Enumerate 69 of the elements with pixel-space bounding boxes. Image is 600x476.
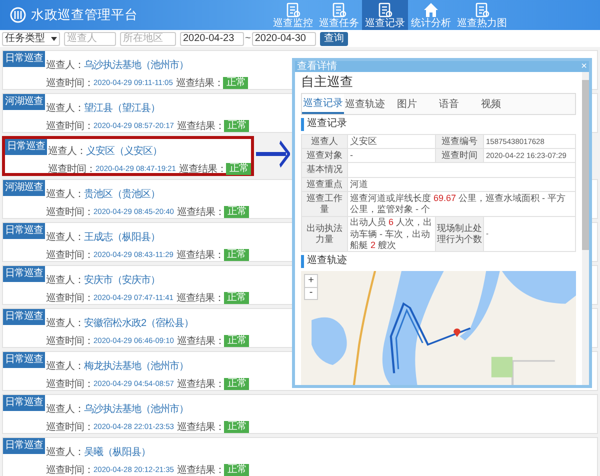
app-title: 水政巡查管理平台: [31, 6, 138, 24]
type-badge: 日常巡查: [3, 395, 45, 411]
result-label: 巡查结果：: [176, 120, 224, 134]
result-label: 巡查结果：: [176, 464, 224, 476]
field-value: 巡查河道或岸线长度 69.67 公里，巡查水域面积 - 平方公里，监管对象 - 个: [348, 191, 576, 217]
field-label: 巡查编号: [436, 134, 484, 148]
result-badge: 正常: [226, 163, 252, 175]
result-badge: 正常: [224, 464, 250, 476]
type-badge: 日常巡查: [3, 309, 45, 325]
result-label: 巡查结果：: [176, 76, 224, 90]
result-badge: 正常: [224, 206, 250, 218]
result-badge: 正常: [224, 378, 250, 390]
time-label: 巡查时间：: [46, 292, 94, 306]
type-badge: 日常巡查: [3, 266, 45, 282]
inspector-label: 巡查人：: [46, 188, 84, 202]
result-label: 巡查结果：: [176, 292, 224, 306]
result-label: 巡查结果：: [176, 334, 224, 348]
inspector-label: 巡查人：: [46, 360, 84, 374]
field-label: 巡查对象: [302, 148, 348, 163]
field-value: 河道: [348, 177, 576, 192]
time-label: 巡查时间：: [46, 334, 94, 348]
result-badge: 正常: [223, 77, 248, 89]
inspector-label: 巡查人：: [46, 402, 84, 416]
result-badge: 正常: [224, 421, 250, 433]
date-separator: ~: [245, 32, 251, 46]
result-badge: 正常: [224, 120, 250, 132]
field-label: 巡查人: [302, 134, 348, 148]
inspector-label: 巡查人：: [46, 230, 84, 244]
time-label: 巡查时间：: [46, 464, 94, 476]
time-label: 巡查时间：: [48, 162, 96, 176]
inspector-label: 巡查人：: [46, 274, 84, 288]
field-label: 巡查工作量: [302, 191, 348, 217]
time-label: 巡查时间：: [46, 378, 94, 392]
section-title: 巡查轨迹: [301, 255, 576, 268]
field-label: 巡查重点: [302, 177, 348, 192]
type-badge: 日常巡查: [3, 438, 45, 454]
time-label: 巡查时间：: [46, 248, 94, 262]
type-badge: 河湖巡查: [3, 94, 45, 110]
time-label: 巡查时间：: [46, 420, 94, 434]
section-title: 巡查记录: [301, 118, 576, 131]
type-badge: 日常巡查: [3, 223, 45, 239]
field-label: 巡查时间: [436, 148, 484, 163]
field-label: 基本情况: [302, 162, 348, 177]
result-label: 巡查结果：: [176, 420, 224, 434]
type-badge: 日常巡查: [3, 51, 45, 67]
inspector-label: 巡查人：: [46, 446, 84, 460]
type-badge: 日常巡查: [5, 139, 47, 155]
time-label: 巡查时间：: [46, 206, 94, 220]
field-value: -: [348, 148, 436, 163]
time-label: 巡查时间：: [46, 120, 94, 134]
field-label: 现场制止处理行为个数: [436, 216, 484, 252]
inspector-label: 巡查人：: [46, 102, 84, 116]
type-badge: 日常巡查: [3, 352, 45, 368]
result-label: 巡查结果：: [176, 248, 224, 262]
field-label: 出动执法力量: [302, 216, 348, 252]
inspector-label: 巡查人：: [48, 144, 86, 158]
result-badge: 正常: [224, 249, 249, 261]
dialog-heading: 自主巡查: [301, 74, 354, 90]
inspector-label: 巡查人：: [46, 316, 84, 330]
inspector-label: 巡查人：: [46, 58, 84, 72]
time-label: 巡查时间：: [46, 76, 94, 90]
result-label: 巡查结果：: [176, 378, 224, 392]
result-badge: 正常: [224, 292, 249, 304]
type-badge: 河湖巡查: [3, 180, 45, 196]
result-label: 巡查结果：: [176, 206, 224, 220]
result-label: 巡查结果：: [178, 162, 226, 176]
field-value: 义安区: [348, 134, 436, 148]
result-badge: 正常: [224, 335, 250, 347]
dialog-title: 查看详情: [297, 62, 337, 72]
